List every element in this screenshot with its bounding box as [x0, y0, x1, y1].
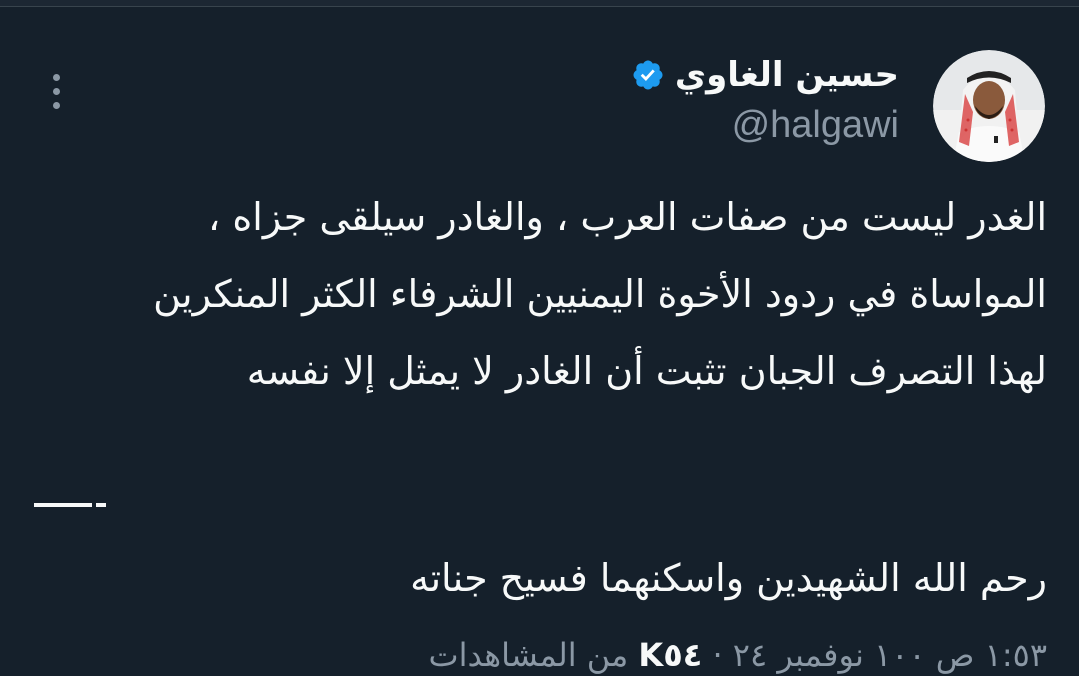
tweet-closing-line: رحم الله الشهيدين واسكنهما فسيح جناته — [410, 556, 1047, 600]
verified-badge-icon — [631, 58, 665, 92]
tweet-line: المواساة في ردود الأخوة اليمنيين الشرفاء… — [153, 272, 1047, 316]
more-options-button[interactable] — [38, 65, 74, 117]
views-count: K٥٤ — [638, 636, 703, 674]
top-divider — [0, 0, 1079, 7]
tweet: حسين الغاوي @halgawi الغدر ليست من صفات … — [0, 7, 1079, 676]
author-info: حسين الغاوي @halgawi — [399, 52, 899, 147]
display-name[interactable]: حسين الغاوي — [675, 55, 899, 95]
more-dot — [52, 101, 60, 109]
tweet-line: الغدر ليست من صفات العرب ، والغادر سيلقى… — [208, 195, 1047, 239]
avatar[interactable] — [933, 50, 1045, 162]
user-handle[interactable]: @halgawi — [399, 104, 899, 147]
tweet-text: الغدر ليست من صفات العرب ، والغادر سيلقى… — [27, 179, 1047, 410]
tweet-meta: ١:٥٣ ص ١٠٠ نوفمبر ٢٤ · K٥٤ من المشاهدات — [27, 633, 1047, 676]
text-separator — [34, 503, 106, 508]
avatar-image — [933, 50, 1045, 162]
views-label: من المشاهدات — [428, 636, 629, 674]
more-dot — [52, 87, 60, 95]
tweet-line: لهذا التصرف الجبان تثبت أن الغادر لا يمث… — [246, 349, 1047, 393]
meta-dot: · — [712, 636, 723, 674]
tweet-timestamp[interactable]: ١:٥٣ ص ١٠٠ نوفمبر ٢٤ — [733, 636, 1047, 674]
name-row: حسين الغاوي — [399, 52, 899, 98]
more-horizontal-icon — [52, 73, 60, 81]
